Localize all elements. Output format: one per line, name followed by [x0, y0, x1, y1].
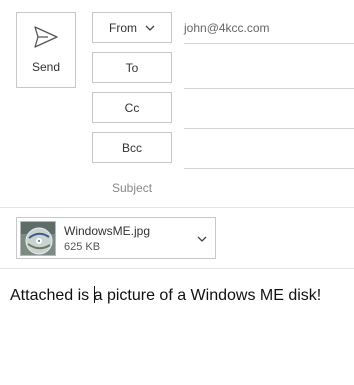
chevron-down-icon[interactable] [197, 235, 207, 243]
from-divider [184, 43, 354, 44]
attachment-size: 625 KB [64, 241, 101, 253]
cc-divider [184, 128, 354, 129]
to-divider [184, 88, 354, 89]
send-button[interactable]: Send [16, 12, 76, 88]
from-label: From [109, 20, 137, 35]
subject-field[interactable]: Subject [112, 181, 152, 195]
cc-button[interactable]: Cc [92, 92, 172, 123]
chevron-down-icon [145, 25, 155, 31]
cc-field[interactable] [184, 96, 354, 126]
attachment-name: WindowsME.jpg [64, 224, 151, 238]
cc-label: Cc [124, 100, 140, 115]
bcc-divider [184, 168, 354, 169]
attachment-divider [0, 268, 354, 269]
bcc-label: Bcc [121, 140, 142, 155]
message-body[interactable]: Attached is a picture of a Windows ME di… [10, 286, 321, 305]
bcc-button[interactable]: Bcc [92, 132, 172, 163]
to-field[interactable] [184, 56, 354, 86]
from-address: john@4kcc.com [184, 21, 270, 35]
send-label: Send [31, 60, 61, 74]
attachment-thumbnail [20, 221, 56, 256]
body-text-end: a picture of a Windows ME disk! [93, 287, 322, 304]
to-button[interactable]: To [92, 52, 172, 83]
attachment-card[interactable]: WindowsME.jpg 625 KB [16, 217, 216, 259]
to-label: To [125, 60, 139, 75]
from-button[interactable]: From [92, 12, 172, 43]
send-icon [34, 26, 58, 48]
body-text-start: Attached is [10, 287, 94, 304]
subject-divider [0, 207, 354, 208]
bcc-field[interactable] [184, 136, 354, 166]
